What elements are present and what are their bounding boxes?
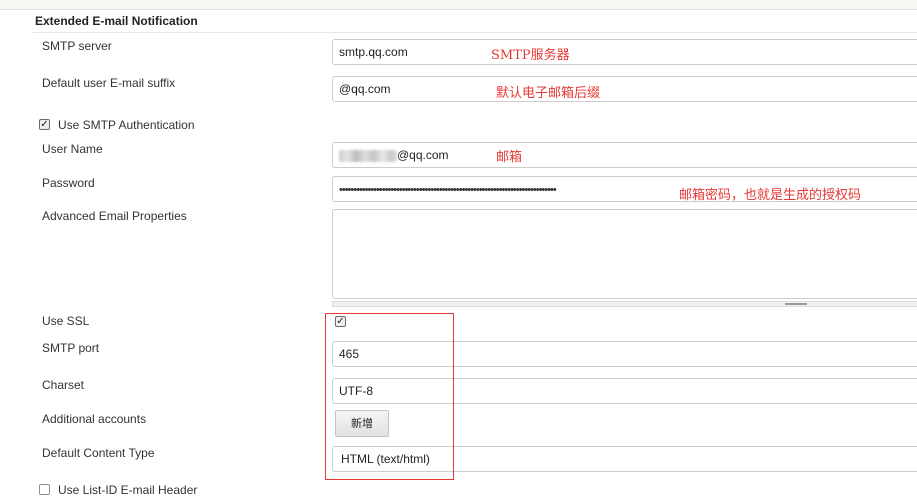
use-ssl-label: Use SSL [42,314,90,328]
password-annotation: 邮箱密码，也就是生成的授权码 [679,188,862,203]
section-title: Extended E-mail Notification [35,14,198,28]
use-smtp-auth-label: Use SMTP Authentication [58,118,195,132]
content-type-select[interactable]: HTML (text/html) [332,446,917,472]
smtp-port-input[interactable]: 465 [332,341,917,367]
use-ssl-checkbox[interactable]: ✓ [335,316,346,327]
default-suffix-annotation: 默认电子邮箱后缀 [496,86,601,101]
smtp-server-label: SMTP server [42,39,112,53]
list-id-header-label: Use List-ID E-mail Header [58,483,198,497]
default-suffix-value: @qq.com [339,82,391,96]
add-account-button[interactable]: 新增 [335,410,389,437]
resize-grip-icon[interactable] [785,303,807,305]
additional-accounts-label: Additional accounts [42,412,147,426]
textarea-resize-bar[interactable] [332,301,917,307]
redacted-username-mosaic [339,149,397,162]
user-name-value: @qq.com [397,148,449,162]
charset-value: UTF-8 [339,384,373,398]
password-label: Password [42,176,95,190]
smtp-port-label: SMTP port [42,341,100,355]
smtp-server-value: smtp.qq.com [339,45,408,59]
content-type-value: HTML (text/html) [341,452,430,466]
content-type-label: Default Content Type [42,446,155,460]
advanced-props-label: Advanced Email Properties [42,209,187,223]
smtp-server-input[interactable]: smtp.qq.com [332,39,917,65]
user-name-input[interactable]: @qq.com [332,142,917,168]
user-name-label: User Name [42,142,103,156]
section-divider [33,32,917,33]
email-notification-config-page: Extended E-mail Notification SMTP server… [0,0,917,500]
charset-input[interactable]: UTF-8 [332,378,917,404]
advanced-props-textarea[interactable] [332,209,917,299]
use-smtp-auth-checkbox[interactable]: ✓ [39,119,50,130]
top-strip [0,0,917,10]
default-suffix-input[interactable]: @qq.com [332,76,917,102]
password-value: ••••••••••••••••••••••••••••••••••••••••… [339,184,557,196]
smtp-server-annotation: SMTP服务器 [491,48,570,63]
list-id-header-checkbox[interactable] [39,484,50,495]
smtp-port-value: 465 [339,347,360,361]
default-suffix-label: Default user E-mail suffix [42,76,176,90]
user-name-annotation: 邮箱 [496,150,523,165]
charset-label: Charset [42,378,85,392]
